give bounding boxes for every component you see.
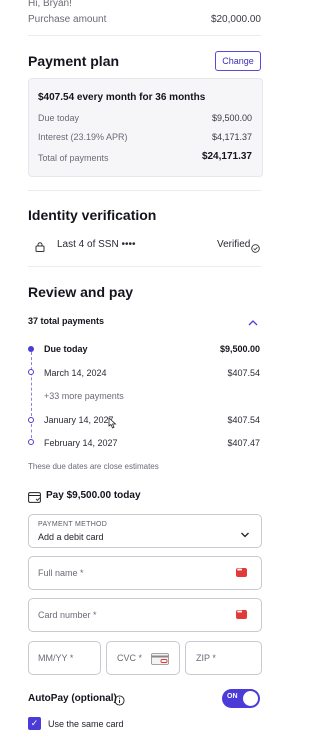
toggle-state-label: ON (227, 693, 238, 700)
autopay-label: AutoPay (optional) (28, 693, 117, 704)
purchase-amount-value: $20,000.00 (210, 14, 261, 25)
identity-title: Identity verification (28, 207, 157, 223)
plan-row-label: Due today (38, 113, 80, 123)
zip-field[interactable]: ZIP * (185, 641, 262, 675)
full-name-field[interactable]: Full name * (28, 556, 262, 590)
review-title: Review and pay (28, 284, 134, 300)
timeline-dot (28, 346, 34, 352)
check-circle-icon (251, 240, 260, 253)
mouse-cursor-icon (108, 416, 117, 429)
lock-icon (35, 239, 45, 252)
more-payments-link[interactable]: +33 more payments (44, 391, 124, 401)
calendar-card-icon (28, 490, 41, 503)
cvc-placeholder: CVC * (117, 653, 143, 663)
plan-total-value: $24,171.37 (201, 151, 252, 162)
timeline-dot (28, 369, 34, 375)
timeline-dot (28, 439, 34, 445)
full-name-placeholder: Full name * (38, 568, 84, 578)
schedule-date: January 14, 2027 (44, 415, 114, 425)
autofill-card-icon[interactable] (236, 567, 247, 577)
schedule-amount: $9,500.00 (219, 344, 260, 354)
same-card-checkbox[interactable]: ✓ (28, 717, 41, 730)
chevron-down-icon (240, 526, 250, 538)
expiry-placeholder: MM/YY * (38, 653, 74, 663)
divider (28, 190, 261, 191)
card-number-field[interactable]: Card number * (28, 598, 262, 632)
schedule-amount: $407.54 (227, 415, 260, 425)
schedule-date: March 14, 2024 (44, 368, 107, 378)
chevron-up-icon[interactable] (247, 315, 259, 326)
greeting: Hi, Bryan! (28, 0, 72, 9)
cvc-card-icon (151, 652, 169, 665)
plan-row-value: $4,171.37 (211, 132, 252, 142)
plan-headline: $407.54 every month for 36 months (38, 92, 206, 103)
payment-method-value: Add a debit card (38, 532, 104, 542)
payment-method-label: PAYMENT METHOD (38, 521, 108, 528)
divider (28, 35, 261, 36)
payment-method-select[interactable]: PAYMENT METHOD Add a debit card (28, 514, 262, 548)
timeline-line (31, 352, 32, 416)
plan-row-value: $9,500.00 (211, 113, 252, 123)
plan-row-label: Total of payments (38, 153, 109, 163)
purchase-amount-label: Purchase amount (28, 14, 107, 25)
cvc-field[interactable]: CVC * (106, 641, 180, 675)
zip-placeholder: ZIP * (196, 653, 216, 663)
pay-today-label: Pay $9,500.00 today (46, 490, 141, 501)
divider (28, 266, 261, 267)
total-payments-label: 37 total payments (28, 316, 105, 326)
expiry-field[interactable]: MM/YY * (28, 641, 101, 675)
verified-status: Verified (217, 239, 251, 250)
toggle-knob (243, 691, 258, 706)
payment-plan-summary: $407.54 every month for 36 months Due to… (28, 78, 263, 177)
autopay-toggle[interactable]: ON (222, 689, 260, 708)
payment-plan-title: Payment plan (28, 53, 120, 69)
card-number-placeholder: Card number * (38, 610, 97, 620)
same-card-label: Use the same card (48, 719, 124, 729)
plan-row-label: Interest (23.19% APR) (38, 132, 128, 142)
schedule-date: Due today (44, 344, 88, 354)
timeline-dot (28, 417, 34, 423)
autofill-card-icon[interactable] (236, 609, 247, 619)
estimate-note: These due dates are close estimates (28, 462, 159, 471)
schedule-amount: $407.47 (227, 438, 260, 448)
schedule-amount: $407.54 (227, 368, 260, 378)
change-plan-button[interactable]: Change (215, 51, 261, 71)
timeline-line (31, 424, 32, 438)
ssn-label: Last 4 of SSN •••• (57, 239, 136, 250)
info-icon[interactable] (114, 693, 125, 706)
schedule-date: February 14, 2027 (44, 438, 118, 448)
